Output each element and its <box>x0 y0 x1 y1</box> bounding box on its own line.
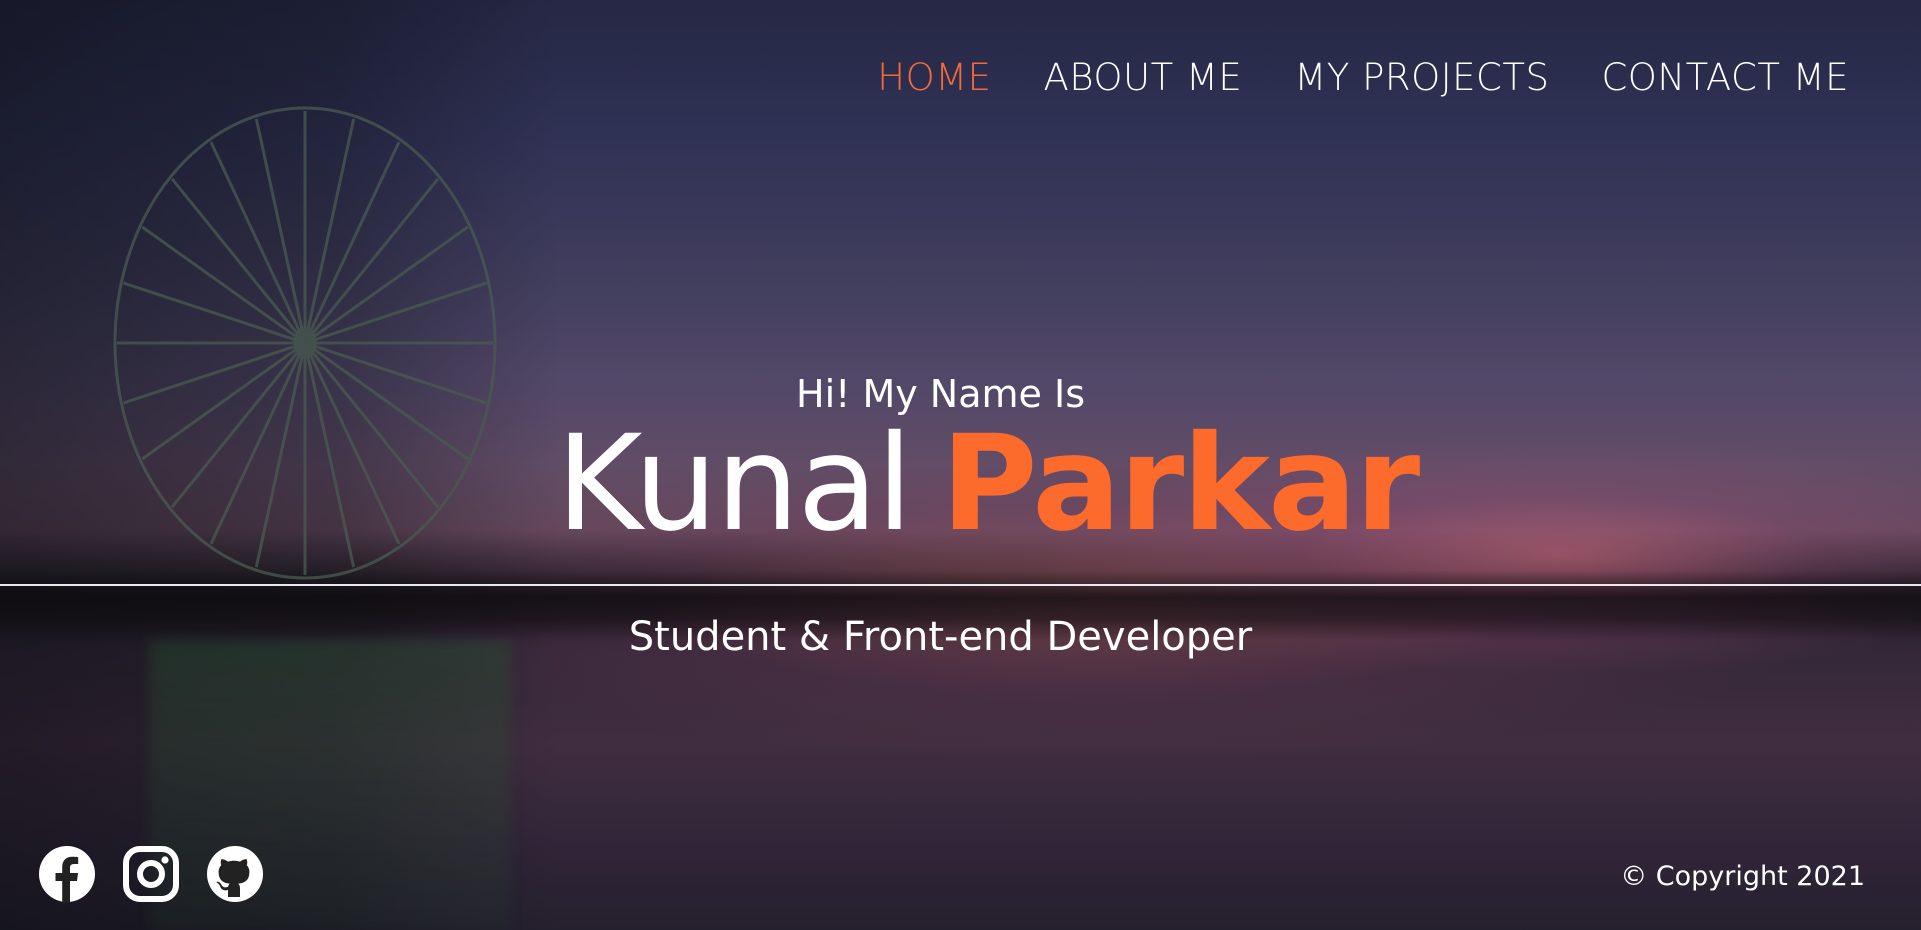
nav-my-projects[interactable]: MY PROJECTS <box>1294 56 1549 99</box>
social-links <box>38 845 264 903</box>
divider-line <box>0 584 1921 586</box>
tagline-text: Student & Front-end Developer <box>628 614 1253 660</box>
main-nav: HOME ABOUT ME MY PROJECTS CONTACT ME <box>877 56 1849 99</box>
instagram-icon[interactable] <box>122 845 180 903</box>
last-name: Parkar <box>940 407 1420 561</box>
hero-name: Kunal Parkar <box>556 418 1420 550</box>
wheel-spoke <box>303 118 356 344</box>
wheel-spoke <box>254 118 307 344</box>
wheel-spoke <box>122 281 306 345</box>
ferris-wheel-graphic <box>113 106 497 580</box>
nav-about-me[interactable]: ABOUT ME <box>1044 56 1243 99</box>
facebook-icon[interactable] <box>38 845 96 903</box>
nav-contact-me[interactable]: CONTACT ME <box>1601 56 1849 99</box>
nav-home[interactable]: HOME <box>877 56 991 99</box>
first-name: Kunal <box>556 407 913 561</box>
copyright-text: © Copyright 2021 <box>1620 861 1865 892</box>
wheel-spoke <box>304 281 488 345</box>
github-icon[interactable] <box>206 845 264 903</box>
hero-tagline: Student & Front-end Developer <box>0 614 1921 660</box>
